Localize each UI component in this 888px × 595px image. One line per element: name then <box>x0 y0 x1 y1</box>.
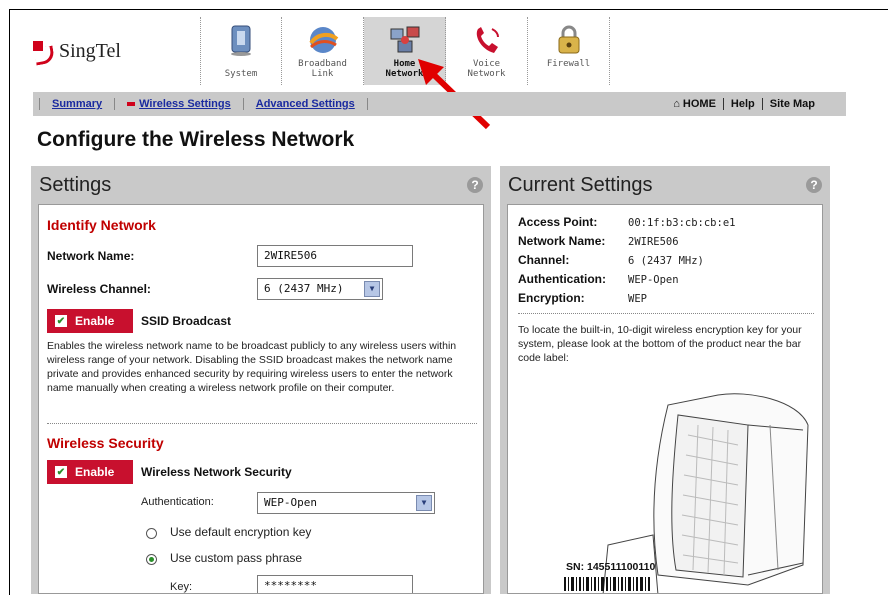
barcode-icon <box>564 577 650 591</box>
firewall-icon <box>552 23 586 57</box>
wireless-channel-select[interactable]: 6 (2437 MHz) ▼ <box>257 278 383 300</box>
main-nav: System Broadband Link Home Network Voice Ne… <box>200 17 610 85</box>
current-setting-row: Encryption: WEP <box>518 291 647 305</box>
serial-number-label: SN: 145511100110 <box>566 561 656 573</box>
help-link[interactable]: Help <box>724 98 763 110</box>
current-setting-row: Authentication: WEP-Open <box>518 272 679 286</box>
home-network-icon <box>388 23 422 57</box>
network-name-label: Network Name: <box>47 249 135 263</box>
divider <box>47 423 477 424</box>
current-settings-title: Current Settings <box>508 173 653 196</box>
identify-network-title: Identify Network <box>47 217 156 233</box>
wireless-network-security-label: Wireless Network Security <box>141 465 292 479</box>
wireless-channel-value: 6 (2437 MHz) <box>264 282 344 295</box>
default-key-radio[interactable] <box>146 528 157 539</box>
key-input[interactable]: ******** <box>257 575 413 593</box>
sub-nav: Summary Wireless Settings Advanced Setti… <box>33 92 846 116</box>
home-link[interactable]: ⌂ HOME <box>666 98 724 110</box>
security-enable-label: Enable <box>75 465 115 479</box>
chevron-down-icon: ▼ <box>416 495 432 511</box>
nav-broadband-link[interactable]: Broadband Link <box>282 17 364 85</box>
wireless-channel-label: Wireless Channel: <box>47 282 151 296</box>
key-label: Key: <box>170 581 193 593</box>
ssid-enable-label: Enable <box>75 314 115 328</box>
current-page-marker <box>127 102 136 107</box>
home-icon: ⌂ <box>673 98 683 110</box>
site-map-link[interactable]: Site Map <box>763 98 822 110</box>
checkmark-icon: ✔ <box>55 315 67 327</box>
custom-passphrase-radio[interactable] <box>146 554 157 565</box>
encryption-key-note: To locate the built-in, 10-digit wireles… <box>518 324 802 364</box>
nav-broadband-label: Broadband Link <box>298 59 347 79</box>
page-title: Configure the Wireless Network <box>37 128 355 151</box>
current-settings-help-icon[interactable]: ? <box>806 177 822 193</box>
chevron-down-icon: ▼ <box>364 281 380 297</box>
subnav-summary-link[interactable]: Summary <box>39 98 116 110</box>
current-setting-row: Access Point: 00:1f:b3:cb:cb:e1 <box>518 215 736 229</box>
divider <box>518 313 814 314</box>
broadband-link-icon <box>306 23 340 57</box>
ssid-description: Enables the wireless network name to be … <box>47 340 457 394</box>
security-enable-checkbox[interactable]: ✔ Enable <box>47 460 133 484</box>
ssid-enable-checkbox[interactable]: ✔ Enable <box>47 309 133 333</box>
nav-firewall[interactable]: Firewall <box>528 17 610 85</box>
network-name-input[interactable]: 2WIRE506 <box>257 245 413 267</box>
authentication-value: WEP-Open <box>264 496 317 509</box>
nav-firewall-label: Firewall <box>546 59 591 69</box>
current-settings-body: Access Point: 00:1f:b3:cb:cb:e1 Network N… <box>507 204 823 594</box>
subnav-advanced-settings-link[interactable]: Advanced Settings <box>244 98 368 110</box>
ssid-broadcast-label: SSID Broadcast <box>141 314 232 328</box>
custom-passphrase-label: Use custom pass phrase <box>170 551 303 565</box>
settings-panel-title: Settings <box>39 173 112 196</box>
brand-name: SingTel <box>59 40 121 62</box>
current-settings-panel: Current Settings ? Access Point: 00:1f:b3… <box>500 166 830 594</box>
nav-system[interactable]: System <box>200 17 282 85</box>
settings-panel: Settings ? Identify Network Network Name… <box>31 166 491 594</box>
authentication-label: Authentication: <box>141 496 214 508</box>
singtel-logo: SingTel <box>33 40 121 66</box>
system-icon <box>224 23 258 57</box>
checkmark-icon: ✔ <box>55 466 67 478</box>
authentication-select[interactable]: WEP-Open ▼ <box>257 492 435 514</box>
wireless-security-title: Wireless Security <box>47 435 164 451</box>
voice-network-icon <box>470 23 504 57</box>
utility-links: ⌂ HOME Help Site Map <box>666 98 846 110</box>
nav-system-label: System <box>224 69 258 79</box>
settings-panel-body: Identify Network Network Name: 2WIRE506 … <box>38 204 484 594</box>
singtel-logo-icon <box>33 40 56 66</box>
current-setting-row: Network Name: 2WIRE506 <box>518 234 679 248</box>
subnav-wireless-settings-link[interactable]: Wireless Settings <box>115 98 244 110</box>
default-key-label: Use default encryption key <box>170 525 312 539</box>
settings-help-icon[interactable]: ? <box>467 177 483 193</box>
current-setting-row: Channel: 6 (2437 MHz) <box>518 253 704 267</box>
